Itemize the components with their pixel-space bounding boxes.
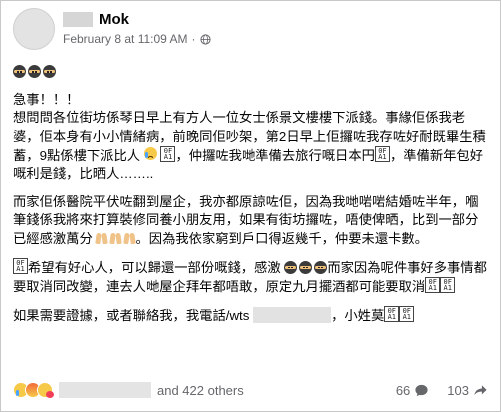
urgent-text: 急事！！！: [13, 92, 80, 108]
name-row: Mok: [63, 8, 211, 30]
paragraph-4-text-b: ，小姓莫: [331, 308, 385, 324]
paragraph-3-text: 希望有好心人，可以歸還一部份嘅錢，感激: [28, 259, 281, 275]
paragraph-1-body: 想問問各位街坊係琴日早上有方人一位女士係景文樓樓下派錢。事緣佢係我老婆，佢本身有…: [13, 109, 490, 183]
ninja-emoji: [299, 260, 313, 274]
engagement-stats: 66 103: [396, 383, 488, 398]
post-header: Mok February 8 at 11:09 AM ·: [13, 8, 211, 50]
paragraph-1-text-b: ，仲攞咗我哋準備去旅行嘅日本円: [175, 147, 375, 163]
ninja-emoji-group: [13, 65, 56, 78]
reaction-others[interactable]: and 422 others: [157, 383, 244, 398]
care-reaction-icon[interactable]: [37, 382, 54, 398]
share-icon: [474, 384, 487, 395]
redacted-phone: [253, 307, 332, 324]
folded-hands-emoji-group: [96, 232, 135, 245]
paragraph-2-text-b: 。因為我依家窮到戶口得返幾千，仲要未還卡數。: [135, 230, 429, 246]
emoji-line: [13, 63, 490, 81]
comments-stat[interactable]: 66: [396, 383, 429, 398]
paragraph-4-text: 如果需要證據，或者聯絡我，我電話/wts: [13, 308, 250, 324]
ninja-emoji: [13, 65, 26, 78]
unicode-box-emoji: 0F A1: [440, 277, 456, 294]
crying-emoji: [143, 146, 157, 160]
paragraph-4: 如果需要證據，或者聯絡我，我電話/wts ，小姓莫 0F A10F A1: [13, 306, 490, 325]
author-name[interactable]: Mok: [99, 11, 129, 28]
avatar[interactable]: [13, 8, 55, 50]
ninja-emoji: [284, 260, 298, 274]
folded-hands-emoji: [124, 232, 135, 245]
unicode-box-emoji: 0F A1: [160, 145, 176, 162]
unicode-box-emoji: 0F A1: [399, 306, 415, 323]
folded-hands-emoji: [96, 232, 107, 245]
unicode-box-emoji: 0F A1: [13, 257, 28, 274]
author-block: Mok February 8 at 11:09 AM ·: [63, 8, 211, 46]
folded-hands-emoji: [110, 232, 121, 245]
paragraph-1: 急事！！！: [13, 91, 490, 109]
shares-count: 103: [447, 382, 469, 398]
shares-stat[interactable]: 103: [447, 383, 488, 398]
ninja-emoji: [43, 65, 56, 78]
post-meta: February 8 at 11:09 AM ·: [63, 32, 211, 46]
redacted-reactor-names: [59, 382, 151, 398]
meta-separator: ·: [191, 32, 196, 46]
post-timestamp[interactable]: February 8 at 11:09 AM: [63, 32, 188, 46]
ninja-emoji: [28, 65, 41, 78]
unicode-box-emoji: 0F A1: [374, 145, 390, 162]
ninja-emoji-group: [284, 260, 328, 274]
paragraph-2: 而家佢係醫院平伏咗翻到屋企，我亦都原諒咗佢，因為我哋啱啱結婚咗半年，嗰筆錢係我將…: [13, 193, 490, 248]
redacted-name-part: [63, 11, 93, 27]
globe-icon: [199, 33, 211, 45]
reaction-bar: and 422 others 66 103: [13, 378, 488, 402]
comment-icon: [415, 384, 428, 396]
paragraph-3: 0F A1 希望有好心人，可以歸還一部份嘅錢，感激 而家因為呢件事好多事情都要取消同…: [13, 257, 490, 296]
comments-count: 66: [395, 382, 411, 398]
ninja-emoji: [314, 260, 328, 274]
facebook-post: Mok February 8 at 11:09 AM · 急事！！！ 想問問各位…: [0, 0, 501, 412]
post-body: 急事！！！ 想問問各位街坊係琴日早上有方人一位女士係景文樓樓下派錢。事緣佢係我老…: [13, 63, 490, 335]
unicode-box-emoji: 0F A1: [384, 306, 400, 323]
unicode-box-emoji: 0F A1: [425, 277, 441, 294]
